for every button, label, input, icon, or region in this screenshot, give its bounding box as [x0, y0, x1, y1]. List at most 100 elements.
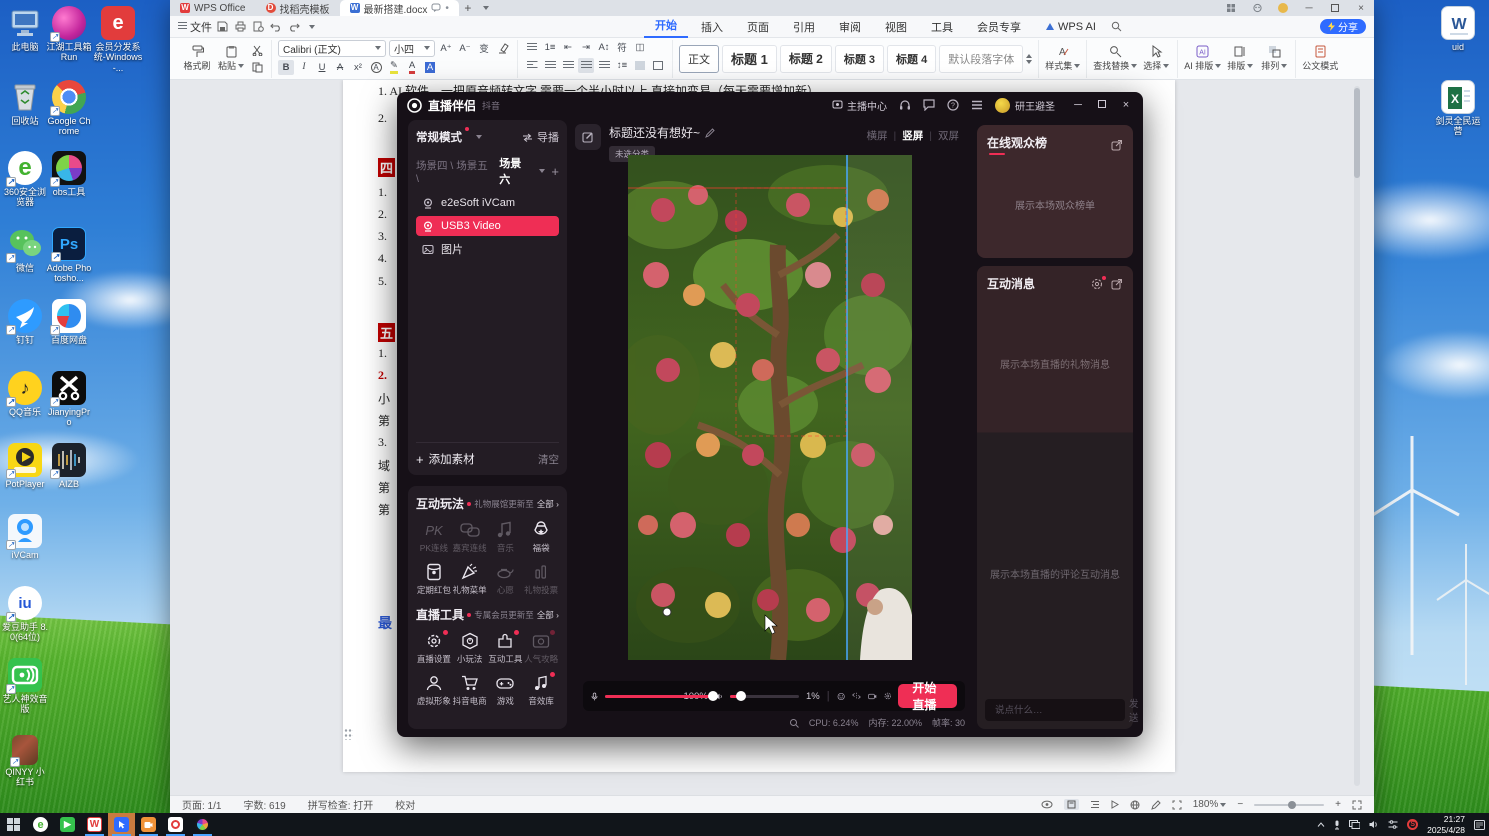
play-item-pk[interactable]: PK PK连线	[416, 521, 452, 554]
increase-indent-button[interactable]: ⇥	[578, 40, 594, 55]
mic-slider-knob[interactable]	[708, 691, 719, 701]
char-shading-button[interactable]: A	[422, 60, 438, 75]
gov-doc-button[interactable]: 公文模式	[1302, 45, 1338, 72]
decrease-font-icon[interactable]: A⁻	[457, 41, 473, 56]
menu-icon[interactable]	[971, 100, 983, 110]
stream-preview[interactable]	[628, 155, 912, 660]
desktop-icon-aidou[interactable]: iu ↗ 爱豆助手 8.0(64位)	[2, 586, 48, 658]
desktop-icon-jianying[interactable]: ↗ JianyingPro	[46, 371, 92, 443]
chevron-down-icon[interactable]	[304, 20, 320, 34]
tray-expand-icon[interactable]	[1317, 822, 1325, 827]
eye-protect-icon[interactable]	[1041, 800, 1053, 809]
status-proofread[interactable]: 校对	[395, 797, 415, 812]
format-painter-button[interactable]: 格式刷	[182, 45, 212, 72]
chevron-down-icon[interactable]	[476, 135, 482, 139]
settings-gear-icon[interactable]	[884, 690, 892, 702]
redo-icon[interactable]	[286, 20, 302, 34]
desktop-icon-this-pc[interactable]: 此电脑	[2, 6, 48, 78]
style-default-font[interactable]: 默认段落字体	[939, 44, 1024, 73]
fit-page-icon[interactable]	[1172, 800, 1182, 810]
comment-icon[interactable]	[431, 3, 441, 13]
popup-icon[interactable]	[1111, 278, 1123, 290]
desktop-icon-dingtalk[interactable]: ↗ 钉钉	[2, 299, 48, 371]
scrollbar-thumb[interactable]	[1354, 88, 1360, 178]
status-spellcheck[interactable]: 拼写检查: 打开	[308, 797, 374, 812]
highlight-color-button[interactable]: ✎	[386, 60, 402, 75]
cut-icon[interactable]	[250, 44, 265, 57]
desktop-icon-jianghu[interactable]: ↗ 江湖工具箱Run	[46, 6, 92, 78]
page-view-icon[interactable]	[1063, 799, 1079, 810]
menu-reference[interactable]: 引用	[782, 19, 826, 35]
text-direction-button[interactable]: A↕	[596, 40, 612, 55]
maximize-button[interactable]	[1322, 0, 1348, 16]
camera-icon[interactable]	[868, 691, 877, 702]
workspace-icon[interactable]	[1218, 0, 1244, 16]
bold-button[interactable]: B	[278, 59, 294, 75]
style-heading3[interactable]: 标题 3	[834, 44, 885, 73]
decrease-indent-button[interactable]: ⇤	[560, 40, 576, 55]
font-name-select[interactable]: Calibri (正文)	[278, 39, 386, 57]
mode-dual[interactable]: 双屏	[938, 128, 959, 143]
save-icon[interactable]	[214, 20, 230, 34]
live-title-bar[interactable]: 直播伴侣 抖音 主播中心 ? 研王避圣 ─ ×	[397, 92, 1143, 118]
menu-view[interactable]: 视图	[874, 19, 918, 35]
file-menu[interactable]: 文件	[178, 19, 212, 35]
play-item-gift-vote[interactable]: 礼物投票	[523, 563, 559, 596]
style-set-button[interactable]: A 样式集	[1045, 45, 1081, 72]
message-settings[interactable]	[1091, 275, 1106, 290]
tool-live-settings[interactable]: 直播设置	[416, 630, 452, 665]
taskbar-clock[interactable]: 21:27 2025/4/28	[1427, 814, 1465, 834]
account-chip[interactable]: 研王避圣	[995, 97, 1055, 113]
audience-tab[interactable]: 在线观众榜	[987, 134, 1047, 155]
style-heading1[interactable]: 标题 1	[722, 44, 777, 73]
superscript-button[interactable]: x²	[350, 60, 366, 75]
zoom-slider[interactable]	[1254, 800, 1325, 809]
edit-mode-icon[interactable]	[1150, 799, 1161, 810]
play-view-icon[interactable]	[1111, 800, 1119, 809]
start-button[interactable]	[0, 813, 27, 836]
mirror-flip-icon[interactable]	[851, 690, 861, 702]
play-item-gift-menu[interactable]: 礼物菜单	[452, 563, 488, 596]
chat-icon[interactable]	[923, 99, 935, 111]
desktop-icon-ivcam[interactable]: ↗ iVCam	[2, 514, 48, 586]
clear-button[interactable]: 清空	[538, 452, 559, 467]
zoom-slider-knob[interactable]	[1288, 800, 1297, 809]
live-minimize-button[interactable]: ─	[1071, 99, 1085, 111]
desktop-icon-member-dist[interactable]: e 会员分发系统-Windows-...	[90, 6, 146, 78]
print-preview-icon[interactable]	[250, 20, 266, 34]
underline-button[interactable]: U	[314, 60, 330, 75]
help-icon[interactable]: ?	[947, 99, 959, 111]
taskbar-obs[interactable]	[162, 813, 189, 836]
tool-interactive-tools[interactable]: 互动工具	[488, 630, 524, 665]
style-normal[interactable]: 正文	[679, 44, 719, 73]
play-item-guest-link[interactable]: 嘉宾连线	[452, 521, 488, 554]
shading-button[interactable]	[632, 58, 648, 73]
strikethrough-button[interactable]: A	[332, 60, 348, 75]
tool-mini-play[interactable]: 小玩法	[452, 632, 488, 665]
speaker-slider-knob[interactable]	[736, 691, 747, 701]
outline-view-icon[interactable]	[1090, 800, 1100, 809]
tool-sound-library[interactable]: 音效库	[523, 672, 559, 707]
tab-docer-template[interactable]: D 找稻壳模板	[256, 0, 340, 16]
increase-font-icon[interactable]: A⁺	[438, 41, 454, 56]
italic-button[interactable]: I	[296, 60, 312, 75]
print-icon[interactable]	[232, 20, 248, 34]
columns-button[interactable]: ◫	[632, 40, 648, 55]
desktop-icon-wechat[interactable]: ↗ 微信	[2, 227, 48, 299]
align-right-button[interactable]	[560, 58, 576, 73]
play-item-lucky-bag[interactable]: 福袋	[523, 521, 559, 554]
arrange-button[interactable]: 排列	[1259, 45, 1289, 72]
title-edit-box[interactable]	[575, 124, 601, 150]
tab-wps-office[interactable]: W WPS Office	[170, 0, 256, 16]
tab-list-button[interactable]	[477, 0, 495, 16]
desktop-icon-baidu-netdisk[interactable]: ↗ 百度网盘	[46, 299, 92, 371]
clear-format-icon[interactable]	[495, 41, 511, 56]
live-maximize-button[interactable]	[1095, 99, 1109, 111]
ai-typeset-button[interactable]: AI AI 排版	[1184, 45, 1222, 72]
number-list-button[interactable]: 1≡	[542, 40, 558, 55]
line-spacing-button[interactable]: ↕≡	[614, 58, 630, 73]
chat-input[interactable]	[993, 703, 1129, 717]
font-size-select[interactable]: 小四	[389, 39, 435, 57]
taskbar-360-browser[interactable]: e	[27, 813, 54, 836]
desktop-icon-recycle-bin[interactable]: 回收站	[2, 80, 48, 152]
